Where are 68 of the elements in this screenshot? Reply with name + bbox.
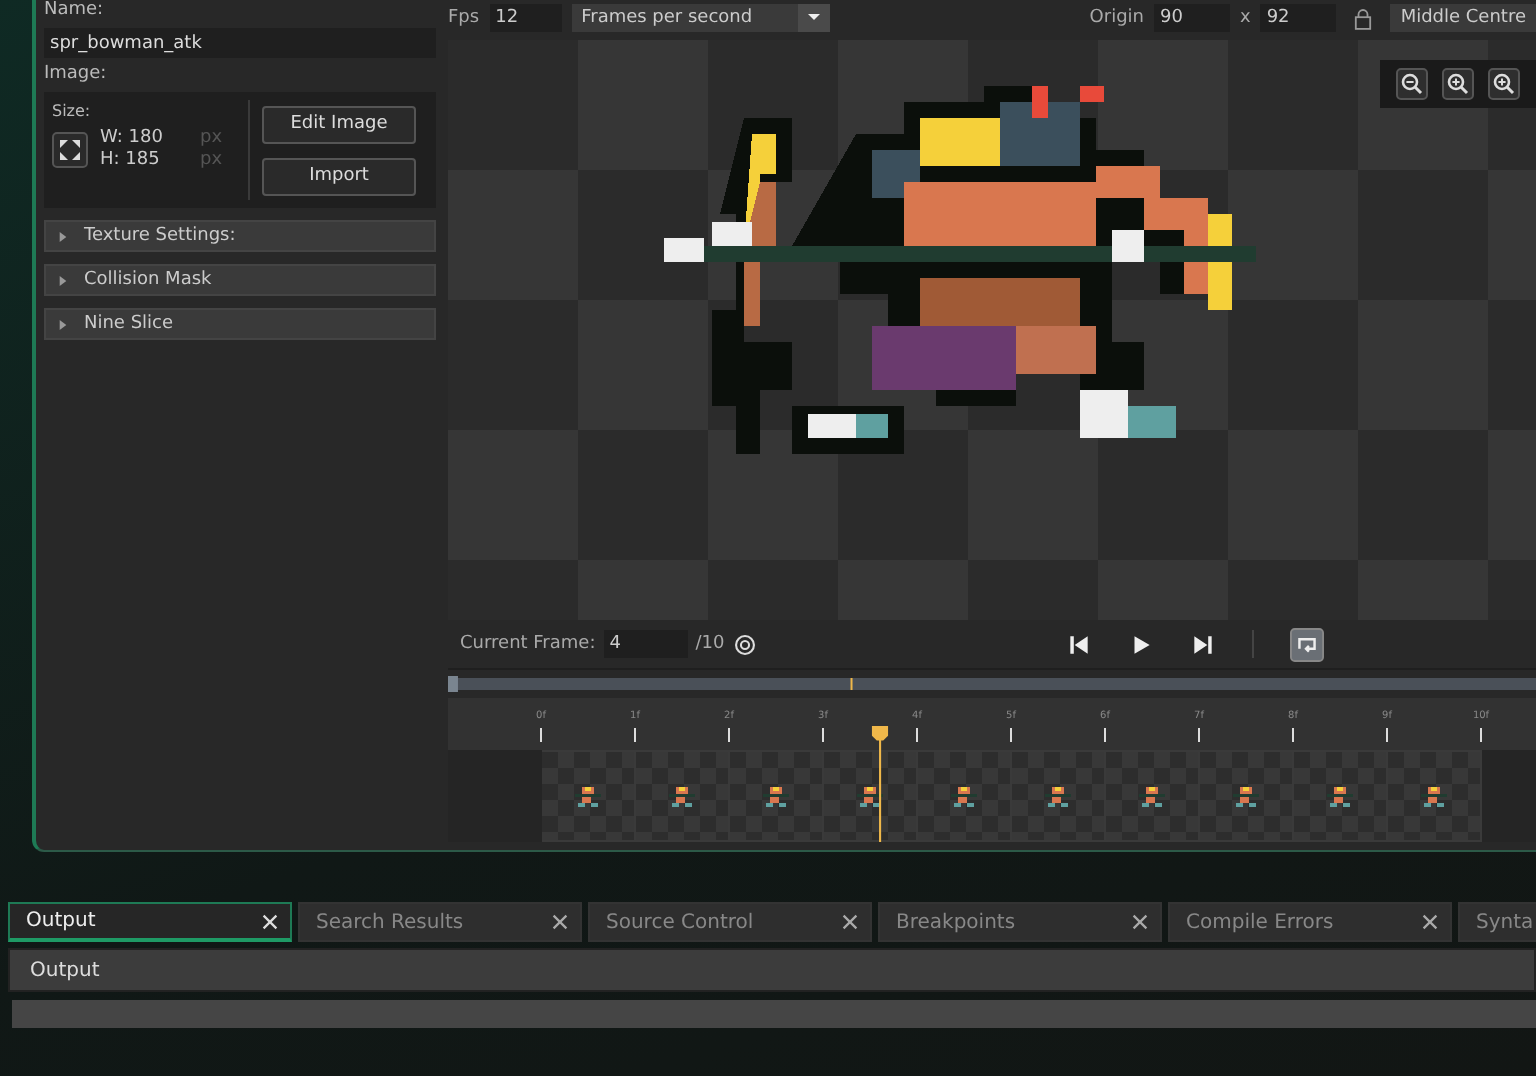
tick-mark — [1480, 728, 1482, 742]
tick-mark — [540, 728, 542, 742]
section-header[interactable]: Texture Settings: — [44, 220, 436, 252]
origin-preset-dropdown[interactable]: Middle Centre — [1390, 4, 1536, 32]
frame-thumbnail[interactable] — [636, 750, 730, 842]
tick-mark — [916, 728, 918, 742]
width-value: W: 180 — [100, 128, 165, 148]
expand-arrow-icon — [58, 319, 68, 329]
tick-mark — [634, 728, 636, 742]
expand-arrow-icon — [58, 231, 68, 241]
skip-forward-icon[interactable] — [1190, 631, 1217, 657]
current-frame-field[interactable]: 4 — [603, 630, 688, 658]
frame-thumbnail[interactable] — [918, 750, 1012, 842]
frame-thumbnail[interactable] — [1388, 750, 1482, 842]
skip-back-icon[interactable] — [1066, 631, 1093, 657]
fps-mode-dropdown[interactable]: Frames per second — [571, 4, 830, 32]
frame-thumbnail[interactable] — [1106, 750, 1200, 842]
image-label: Image: — [44, 64, 109, 86]
tick-mark — [822, 728, 824, 742]
onion-skin-icon[interactable] — [732, 631, 759, 657]
tick-mark — [1292, 728, 1294, 742]
expand-arrow-icon — [58, 275, 68, 285]
origin-x-field[interactable]: 90 — [1153, 4, 1230, 32]
name-field[interactable]: spr_bowman_atk — [44, 28, 436, 58]
output-tab[interactable]: Search Results — [298, 902, 582, 942]
current-frame-label: Current Frame: — [460, 634, 596, 654]
output-tab[interactable]: Source Control — [588, 902, 872, 942]
output-header: Output — [8, 948, 1536, 992]
close-icon[interactable] — [552, 914, 568, 930]
timeline-scrollbar[interactable] — [448, 676, 1536, 692]
output-tab[interactable]: Breakpoints — [878, 902, 1162, 942]
fps-label: Fps — [448, 8, 480, 28]
frame-thumbnail[interactable] — [1294, 750, 1388, 842]
output-tab[interactable]: Synta — [1458, 902, 1536, 942]
resize-icon[interactable] — [52, 131, 88, 167]
name-label: Name: — [44, 0, 106, 22]
frame-thumbnail[interactable] — [1012, 750, 1106, 842]
close-icon[interactable] — [842, 914, 858, 930]
image-button[interactable]: Edit Image — [262, 105, 416, 143]
close-icon[interactable] — [1422, 914, 1438, 930]
frame-thumbnail[interactable] — [730, 750, 824, 842]
tick-mark — [1386, 728, 1388, 742]
output-tab[interactable]: Compile Errors — [1168, 902, 1452, 942]
origin-label: Origin — [1089, 8, 1144, 28]
origin-y-field[interactable]: 92 — [1260, 4, 1337, 32]
size-label: Size: — [52, 100, 93, 122]
tick-mark — [1104, 728, 1106, 742]
height-value: H: 185 — [100, 150, 162, 170]
zoom-in-icon[interactable] — [1488, 68, 1520, 100]
frame-thumbnail[interactable] — [542, 750, 636, 842]
tick-mark — [728, 728, 730, 742]
playhead[interactable] — [870, 726, 891, 842]
fps-field[interactable]: 12 — [489, 4, 562, 32]
image-button[interactable]: Import — [262, 157, 416, 195]
frame-total: /10 — [695, 634, 725, 654]
zoom-out-icon[interactable] — [1396, 68, 1428, 100]
origin-separator: x — [1239, 8, 1251, 28]
frame-thumbnail[interactable] — [824, 750, 918, 842]
tick-mark — [1198, 728, 1200, 742]
section-header[interactable]: Collision Mask — [44, 264, 436, 296]
lock-icon[interactable] — [1354, 7, 1373, 29]
close-icon[interactable] — [1132, 914, 1148, 930]
frame-thumbnail[interactable] — [1200, 750, 1294, 842]
zoom-reset-icon[interactable] — [1442, 68, 1474, 100]
loop-toggle-icon[interactable] — [1290, 627, 1325, 661]
output-tab[interactable]: Output — [8, 902, 292, 942]
tick-mark — [1010, 728, 1012, 742]
section-header[interactable]: Nine Slice — [44, 308, 436, 340]
